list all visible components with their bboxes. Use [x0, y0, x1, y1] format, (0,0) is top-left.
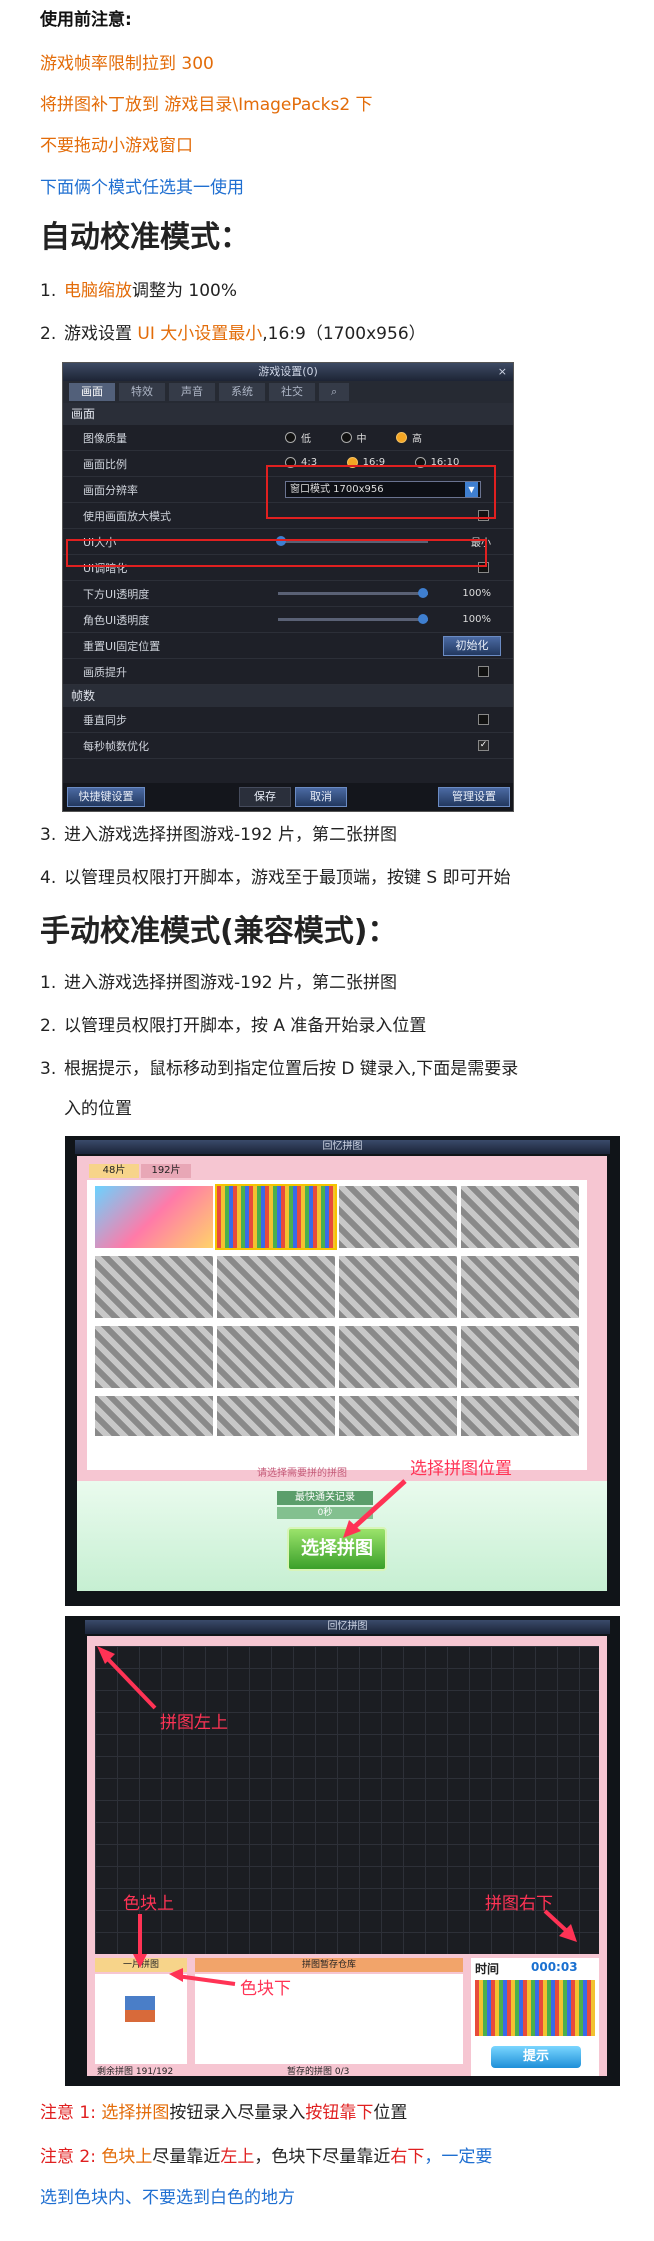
step-link: 电脑缩放	[64, 281, 132, 301]
auto-step-3: 3. 进入游戏选择拼图游戏-192 片，第二张拼图	[40, 823, 397, 847]
caution-highlight: 色块上	[101, 2147, 153, 2167]
step-text: 进入游戏选择拼图游戏-192 片，第二张拼图	[64, 973, 397, 993]
bottom-ui-value: 100%	[462, 588, 491, 599]
row-reset-ui: 重置UI固定位置 初始化	[63, 633, 513, 659]
step-text: 以管理员权限打开脚本，按 A 准备开始录入位置	[64, 1016, 427, 1036]
quality-high[interactable]: 高	[396, 430, 422, 445]
section-display: 画面	[63, 403, 513, 425]
tab-sound[interactable]: 声音	[169, 383, 215, 401]
caution-2-cont: 选到色块内、不要选到白色的地方	[40, 2188, 295, 2208]
char-ui-value: 100%	[462, 614, 491, 625]
tab-social[interactable]: 社交	[269, 383, 315, 401]
step-number: 1.	[40, 973, 57, 993]
note-choose-mode: 下面俩个模式任选其一使用	[40, 178, 244, 198]
boost-label: 画质提升	[83, 665, 127, 679]
save-button[interactable]: 保存	[239, 787, 291, 807]
bottom-ui-label: 下方UI透明度	[83, 587, 150, 601]
row-vsync: 垂直同步	[63, 707, 513, 733]
arrow-icon	[97, 1646, 577, 1986]
row-quality: 图像质量 低 中 高	[63, 425, 513, 451]
highlight-ui-size	[66, 539, 487, 567]
reset-ui-label: 重置UI固定位置	[83, 639, 161, 653]
step-link: UI 大小设置最小	[137, 324, 263, 344]
manual-step-1: 1. 进入游戏选择拼图游戏-192 片，第二张拼图	[40, 971, 397, 995]
tab-system[interactable]: 系统	[219, 383, 265, 401]
caution-2: 注意 2: 色块上尽量靠近左上，色块下尽量靠近右下，一定要	[40, 2145, 492, 2169]
manual-step-3-cont: 入的位置	[64, 1099, 132, 1119]
caution-1: 注意 1: 选择拼图按钮录入尽量录入按钮靠下位置	[40, 2101, 407, 2125]
caution-highlight: 按钮靠下	[305, 2103, 374, 2123]
char-ui-slider[interactable]	[278, 614, 428, 624]
step-text: 调整为 100%	[132, 281, 238, 301]
quality-mid[interactable]: 中	[340, 430, 367, 445]
quality-low[interactable]: 低	[285, 430, 311, 445]
highlight-ratio-resolution	[266, 465, 496, 519]
settings-tabs: 画面 特效 声音 系统 社交 ⌕	[63, 381, 513, 403]
shortcut-button[interactable]: 快捷键设置	[67, 787, 145, 807]
zoom-label: 使用画面放大模式	[83, 509, 171, 523]
close-icon[interactable]: ×	[498, 363, 507, 381]
manual-mode-title: 手动校准模式(兼容模式)：	[40, 914, 398, 949]
arrow-icon	[343, 1479, 407, 1538]
row-fps-opt: 每秒帧数优化 ✓	[63, 733, 513, 759]
row-boost: 画质提升	[63, 659, 513, 685]
quality-label: 图像质量	[83, 431, 127, 445]
caution-highlight: 右下	[390, 2147, 425, 2167]
manual-step-3: 3. 根据提示，鼠标移动到指定位置后按 D 键录入,下面是需要录	[40, 1057, 518, 1081]
bottom-ui-slider[interactable]	[278, 588, 428, 598]
caution-text: ，一定要	[424, 2147, 493, 2167]
fps-opt-label: 每秒帧数优化	[83, 739, 149, 753]
row-bottom-ui: 下方UI透明度 100%	[63, 581, 513, 607]
puzzle-board-screenshot: 回忆拼图 一片拼图 拼图暂存仓库 剩余拼图 191/192 暂存的拼图 0/3 …	[65, 1616, 620, 2086]
step-text: ,16:9（1700x956）	[262, 324, 426, 344]
auto-step-4: 4. 以管理员权限打开脚本，游戏至于最顶端，按键 S 即可开始	[40, 866, 511, 890]
auto-mode-title: 自动校准模式：	[40, 220, 250, 255]
step-text: 游戏设置	[64, 324, 138, 344]
manual-step-2: 2. 以管理员权限打开脚本，按 A 准备开始录入位置	[40, 1014, 426, 1038]
cancel-button[interactable]: 取消	[295, 787, 347, 807]
step-number: 2.	[40, 324, 57, 344]
search-icon[interactable]: ⌕	[319, 383, 350, 401]
caution-label: 注意 2:	[40, 2147, 96, 2167]
settings-title: 游戏设置(0) ×	[63, 363, 513, 381]
note-patch-path: 将拼图补丁放到 游戏目录\ImagePacks2 下	[40, 95, 373, 115]
caution-highlight: 选择拼图	[101, 2103, 170, 2123]
step-number: 2.	[40, 1016, 57, 1036]
tab-effects[interactable]: 特效	[119, 383, 165, 401]
notes-heading: 使用前注意:	[40, 10, 132, 30]
boost-checkbox[interactable]	[478, 666, 489, 677]
step-number: 3.	[40, 1059, 57, 1079]
game-settings-panel: 游戏设置(0) × 画面 特效 声音 系统 社交 ⌕ 画面 图像质量 低 中 高…	[62, 362, 514, 812]
settings-title-text: 游戏设置(0)	[258, 365, 318, 378]
vsync-checkbox[interactable]	[478, 714, 489, 725]
step-text: 根据提示，鼠标移动到指定位置后按 D 键录入,下面是需要录	[64, 1059, 519, 1079]
note-frame-rate: 游戏帧率限制拉到 300	[40, 54, 214, 74]
ratio-label: 画面比例	[83, 457, 127, 471]
step-text: 进入游戏选择拼图游戏-192 片，第二张拼图	[64, 825, 397, 845]
caution-text: 位置	[373, 2103, 408, 2123]
caution-highlight: 左上	[220, 2147, 255, 2167]
caution-label: 注意 1:	[40, 2103, 96, 2123]
fps-opt-checkbox[interactable]: ✓	[478, 740, 489, 751]
section-fps: 帧数	[63, 685, 513, 707]
auto-step-1: 1. 电脑缩放调整为 100%	[40, 279, 237, 303]
reset-button[interactable]: 初始化	[443, 636, 501, 656]
caution-text: 尽量靠近	[152, 2147, 221, 2167]
auto-step-2: 2. 游戏设置 UI 大小设置最小,16:9（1700x956）	[40, 322, 426, 346]
step-number: 4.	[40, 868, 57, 888]
resolution-label: 画面分辨率	[83, 483, 138, 497]
caution-text: 按钮录入尽量录入	[169, 2103, 306, 2123]
char-ui-label: 角色UI透明度	[83, 613, 150, 627]
note-no-drag: 不要拖动小游戏窗口	[40, 136, 193, 156]
step-number: 3.	[40, 825, 57, 845]
settings-footer: 快捷键设置 保存 取消 管理设置	[63, 783, 513, 811]
row-char-ui: 角色UI透明度 100%	[63, 607, 513, 633]
puzzle-select-screenshot: 回忆拼图 48片 192片 请选择需要拼的拼图 最快通关记录 0秒 选择拼图 选	[65, 1136, 620, 1606]
step-number: 1.	[40, 281, 57, 301]
vsync-label: 垂直同步	[83, 713, 127, 727]
tab-display[interactable]: 画面	[69, 383, 115, 401]
manage-button[interactable]: 管理设置	[438, 787, 510, 807]
caution-text: ，色块下尽量靠近	[254, 2147, 391, 2167]
step-text: 以管理员权限打开脚本，游戏至于最顶端，按键 S 即可开始	[64, 868, 511, 888]
